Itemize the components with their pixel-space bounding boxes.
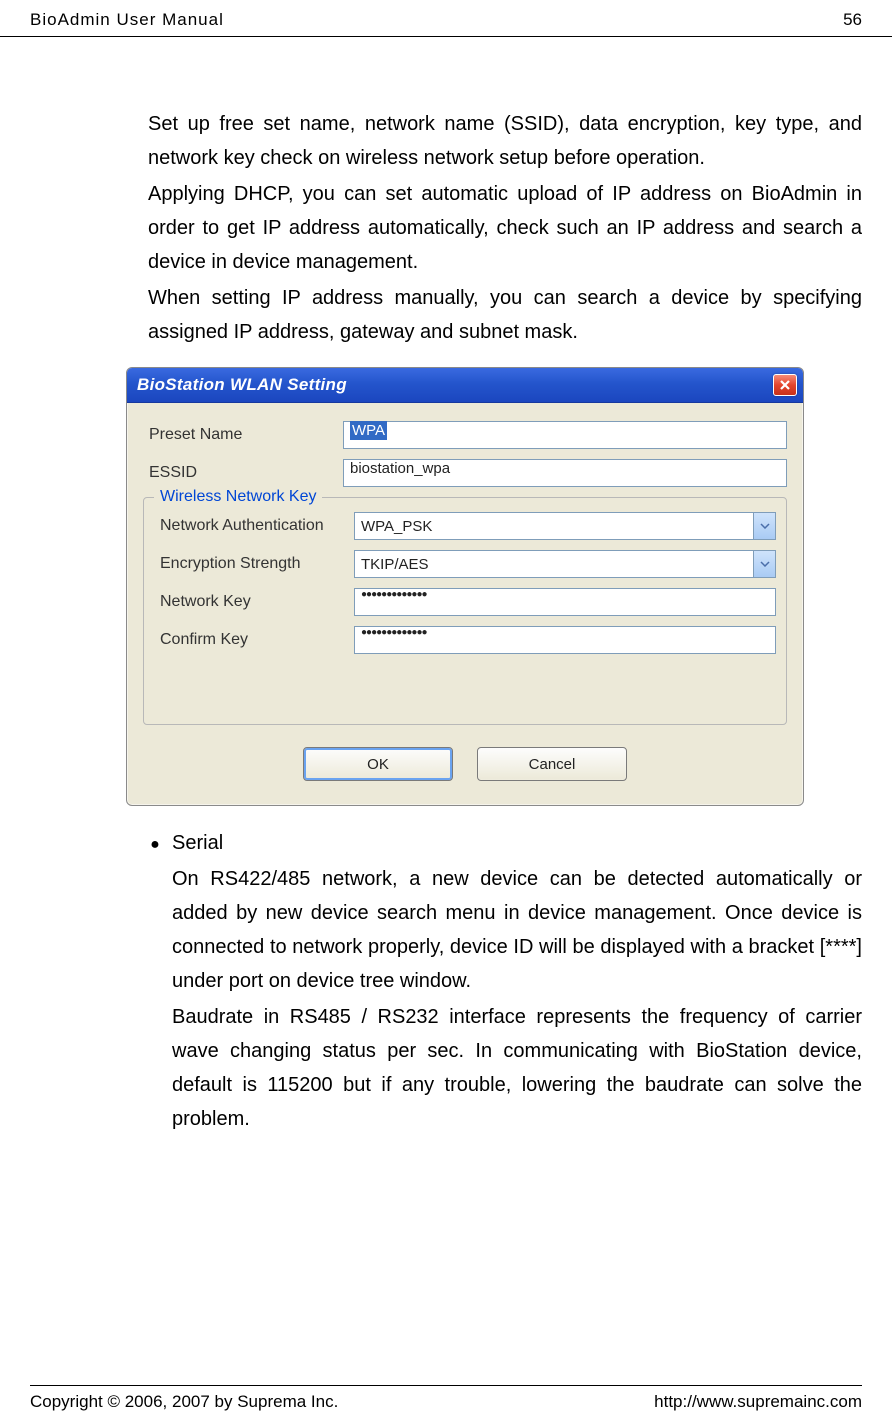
enc-strength-combobox[interactable]: TKIP/AES bbox=[354, 550, 776, 578]
ok-button[interactable]: OK bbox=[303, 747, 453, 781]
dropdown-arrow bbox=[753, 513, 775, 539]
page-content: Set up free set name, network name (SSID… bbox=[0, 37, 892, 1136]
wireless-key-legend: Wireless Network Key bbox=[154, 488, 322, 506]
page-number: 56 bbox=[843, 10, 862, 30]
intro-text: Set up free set name, network name (SSID… bbox=[148, 107, 862, 349]
chevron-down-icon bbox=[760, 523, 770, 529]
doc-title: BioAdmin User Manual bbox=[30, 10, 224, 30]
net-auth-combobox[interactable]: WPA_PSK bbox=[354, 512, 776, 540]
intro-paragraph-1: Set up free set name, network name (SSID… bbox=[148, 107, 862, 175]
preset-name-value: WPA bbox=[350, 421, 387, 440]
footer-copyright: Copyright © 2006, 2007 by Suprema Inc. bbox=[30, 1392, 338, 1412]
confirm-key-label: Confirm Key bbox=[154, 631, 354, 649]
serial-heading: Serial bbox=[172, 826, 223, 860]
page-footer: Copyright © 2006, 2007 by Suprema Inc. h… bbox=[30, 1385, 862, 1412]
essid-input[interactable]: biostation_wpa bbox=[343, 459, 787, 487]
close-button[interactable] bbox=[773, 374, 797, 396]
confirm-key-input[interactable]: ●●●●●●●●●●●●● bbox=[354, 626, 776, 654]
preset-name-input[interactable]: WPA bbox=[343, 421, 787, 449]
intro-paragraph-2: Applying DHCP, you can set automatic upl… bbox=[148, 177, 862, 279]
enc-strength-row: Encryption Strength TKIP/AES bbox=[154, 550, 776, 578]
dialog-button-row: OK Cancel bbox=[143, 747, 787, 781]
net-auth-label: Network Authentication bbox=[154, 517, 354, 535]
dropdown-arrow bbox=[753, 551, 775, 577]
serial-bullet: ● Serial bbox=[148, 826, 862, 860]
network-key-label: Network Key bbox=[154, 593, 354, 611]
serial-paragraph-1: On RS422/485 network, a new device can b… bbox=[172, 862, 862, 998]
close-icon bbox=[779, 379, 791, 391]
serial-paragraph-2: Baudrate in RS485 / RS232 interface repr… bbox=[172, 1000, 862, 1136]
net-auth-row: Network Authentication WPA_PSK bbox=[154, 512, 776, 540]
preset-name-label: Preset Name bbox=[143, 426, 343, 444]
serial-section: ● Serial On RS422/485 network, a new dev… bbox=[148, 826, 862, 1136]
bullet-icon: ● bbox=[148, 830, 162, 860]
essid-row: ESSID biostation_wpa bbox=[143, 459, 787, 487]
serial-body: On RS422/485 network, a new device can b… bbox=[172, 862, 862, 1136]
dialog-body: Preset Name WPA ESSID biostation_wpa Wir… bbox=[127, 403, 803, 805]
network-key-row: Network Key ●●●●●●●●●●●●● bbox=[154, 588, 776, 616]
wlan-setting-dialog: BioStation WLAN Setting Preset Name WPA … bbox=[126, 367, 804, 806]
footer-url: http://www.supremainc.com bbox=[654, 1392, 862, 1412]
chevron-down-icon bbox=[760, 561, 770, 567]
wireless-key-fieldset: Wireless Network Key Network Authenticat… bbox=[143, 497, 787, 725]
essid-label: ESSID bbox=[143, 464, 343, 482]
net-auth-value: WPA_PSK bbox=[361, 518, 432, 535]
cancel-button[interactable]: Cancel bbox=[477, 747, 627, 781]
network-key-input[interactable]: ●●●●●●●●●●●●● bbox=[354, 588, 776, 616]
enc-strength-value: TKIP/AES bbox=[361, 556, 429, 573]
dialog-title: BioStation WLAN Setting bbox=[137, 375, 347, 395]
enc-strength-label: Encryption Strength bbox=[154, 555, 354, 573]
dialog-titlebar[interactable]: BioStation WLAN Setting bbox=[127, 368, 803, 403]
page-header: BioAdmin User Manual 56 bbox=[0, 0, 892, 37]
intro-paragraph-3: When setting IP address manually, you ca… bbox=[148, 281, 862, 349]
confirm-key-row: Confirm Key ●●●●●●●●●●●●● bbox=[154, 626, 776, 654]
preset-name-row: Preset Name WPA bbox=[143, 421, 787, 449]
